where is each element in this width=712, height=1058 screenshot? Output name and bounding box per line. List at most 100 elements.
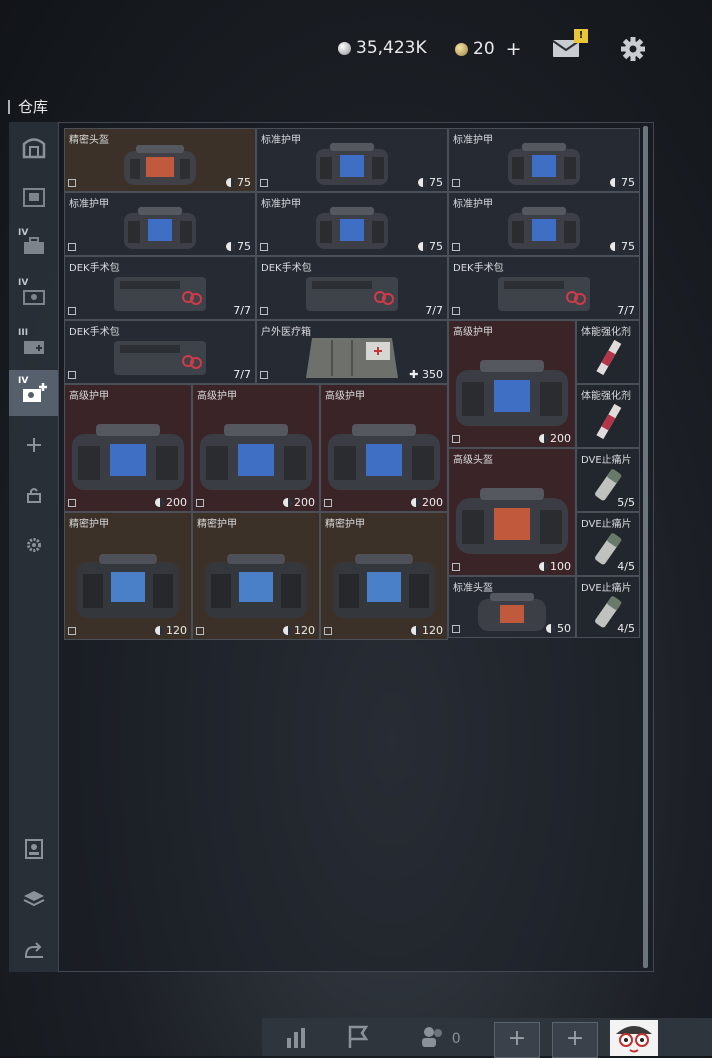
settings-gear-icon[interactable] xyxy=(620,36,646,62)
item-name: 高级护甲 xyxy=(69,391,109,402)
scrollbar[interactable] xyxy=(643,126,648,968)
silver-amount: 35,423K xyxy=(356,38,427,58)
sidebar-item-all[interactable] xyxy=(9,124,58,170)
gold-currency[interactable]: 20 + xyxy=(455,38,522,60)
lock-marker xyxy=(260,307,268,315)
item-value: 5/5 xyxy=(617,496,635,509)
inventory-item[interactable]: 精密护甲 120 xyxy=(64,512,192,640)
inventory-item[interactable]: 户外医疗箱 ✚ 350 xyxy=(256,320,448,384)
gold-coin-icon xyxy=(455,42,468,56)
sort-icon xyxy=(24,942,43,958)
inventory-item[interactable]: 标准护甲 75 xyxy=(256,128,448,192)
inventory-item[interactable]: 精密护甲 120 xyxy=(320,512,448,640)
inventory-item[interactable]: DEK手术包 7/7 xyxy=(256,256,448,320)
lock-marker xyxy=(260,371,268,379)
sidebar-add-button[interactable] xyxy=(9,422,58,468)
inventory-item[interactable]: DEK手术包 7/7 xyxy=(64,320,256,384)
lock-marker xyxy=(452,243,460,251)
item-name: 体能强化剂 xyxy=(581,391,631,402)
item-name: 标准护甲 xyxy=(261,199,301,210)
item-value: 75 xyxy=(610,240,635,253)
armor-icon xyxy=(328,424,440,491)
item-value: 75 xyxy=(610,176,635,189)
flag-icon[interactable] xyxy=(346,1024,374,1050)
item-value: 200 xyxy=(411,496,443,509)
inventory-item[interactable]: 高级头盔 100 xyxy=(448,448,576,576)
tier-label: IV xyxy=(18,228,29,238)
inventory-item[interactable]: 高级护甲 200 xyxy=(64,384,192,512)
team-button[interactable]: 0 xyxy=(420,1024,461,1053)
inventory-item[interactable]: DVE止痛片 5/5 xyxy=(576,448,640,512)
item-name: 标准护甲 xyxy=(453,199,493,210)
silver-currency[interactable]: 35,423K xyxy=(338,38,427,58)
sidebar-item-box[interactable]: IV xyxy=(9,272,58,318)
item-name: DVE止痛片 xyxy=(581,519,632,530)
item-name: 精密护甲 xyxy=(325,519,365,530)
inventory-item[interactable]: 高级护甲 200 xyxy=(320,384,448,512)
section-title: 仓库 xyxy=(8,96,48,117)
surgery-kit-icon xyxy=(114,276,206,311)
lock-marker xyxy=(452,307,460,315)
item-name: DVE止痛片 xyxy=(581,455,632,466)
inventory-item[interactable]: DVE止痛片 4/5 xyxy=(576,512,640,576)
inventory-item[interactable]: DVE止痛片 4/5 xyxy=(576,576,640,638)
inventory-item[interactable]: 高级护甲 200 xyxy=(448,320,576,448)
inventory-item[interactable]: 标准护甲 75 xyxy=(448,192,640,256)
item-value: 120 xyxy=(155,624,187,637)
mail-badge: ! xyxy=(574,29,588,43)
armor-icon xyxy=(124,206,196,249)
inventory-item[interactable]: 标准护甲 75 xyxy=(256,192,448,256)
item-name: 标准护甲 xyxy=(69,199,109,210)
lock-marker xyxy=(68,307,76,315)
stats-icon[interactable] xyxy=(284,1024,310,1050)
item-value: 200 xyxy=(155,496,187,509)
inventory-item[interactable]: 标准头盔 50 xyxy=(448,576,576,638)
helmet-icon xyxy=(478,592,546,631)
add-gold-button[interactable]: + xyxy=(506,38,522,60)
sidebar-item-crate[interactable]: III xyxy=(9,322,58,368)
inventory-item[interactable]: 体能强化剂 xyxy=(576,320,640,384)
item-value: 4/5 xyxy=(617,560,635,573)
inventory-item[interactable]: 精密护甲 120 xyxy=(192,512,320,640)
surgery-kit-icon xyxy=(306,276,398,311)
durability-icon xyxy=(610,242,619,251)
inventory-item[interactable]: DEK手术包 7/7 xyxy=(64,256,256,320)
sidebar-item-bag[interactable] xyxy=(9,174,58,220)
item-value: 75 xyxy=(226,176,251,189)
add-icon xyxy=(26,438,41,452)
inventory-item[interactable]: 标准护甲 75 xyxy=(64,192,256,256)
add-slot-button[interactable]: + xyxy=(552,1022,598,1058)
inventory-item[interactable]: 标准护甲 75 xyxy=(448,128,640,192)
silver-coin-icon xyxy=(338,41,351,55)
tier-iv-bag-icon xyxy=(22,188,45,207)
item-name: 高级护甲 xyxy=(453,327,493,338)
armor-icon xyxy=(508,206,580,249)
inventory-item[interactable]: 高级护甲 200 xyxy=(192,384,320,512)
lock-marker xyxy=(68,179,76,187)
item-name: 标准护甲 xyxy=(261,135,301,146)
sidebar-item-add-case[interactable]: IV xyxy=(9,370,58,416)
sidebar-lock-button[interactable] xyxy=(9,472,58,518)
add-slot-button[interactable]: + xyxy=(494,1022,540,1058)
armor-icon xyxy=(508,142,580,185)
sidebar-profile-button[interactable] xyxy=(9,826,58,872)
inventory-item[interactable]: 精密头盔 75 xyxy=(64,128,256,192)
armor-icon xyxy=(316,206,388,249)
sidebar-sort-button[interactable] xyxy=(9,926,58,972)
durability-icon xyxy=(155,626,164,635)
top-bar: 35,423K 20 + ! xyxy=(0,0,712,90)
avatar[interactable] xyxy=(610,1020,658,1056)
item-value: 7/7 xyxy=(233,304,251,317)
lock-marker xyxy=(196,499,204,507)
durability-icon xyxy=(226,242,235,251)
item-name: 精密护甲 xyxy=(69,519,109,530)
durability-icon xyxy=(411,626,420,635)
warehouse-title: 仓库 xyxy=(18,98,49,116)
sidebar-layers-button[interactable] xyxy=(9,876,58,922)
sidebar-item-case[interactable]: IV xyxy=(9,222,58,268)
inventory-item[interactable]: 体能强化剂 xyxy=(576,384,640,448)
item-value: 200 xyxy=(539,432,571,445)
durability-icon xyxy=(539,434,548,443)
sidebar-settings-button[interactable] xyxy=(9,522,58,568)
inventory-item[interactable]: DEK手术包 7/7 xyxy=(448,256,640,320)
